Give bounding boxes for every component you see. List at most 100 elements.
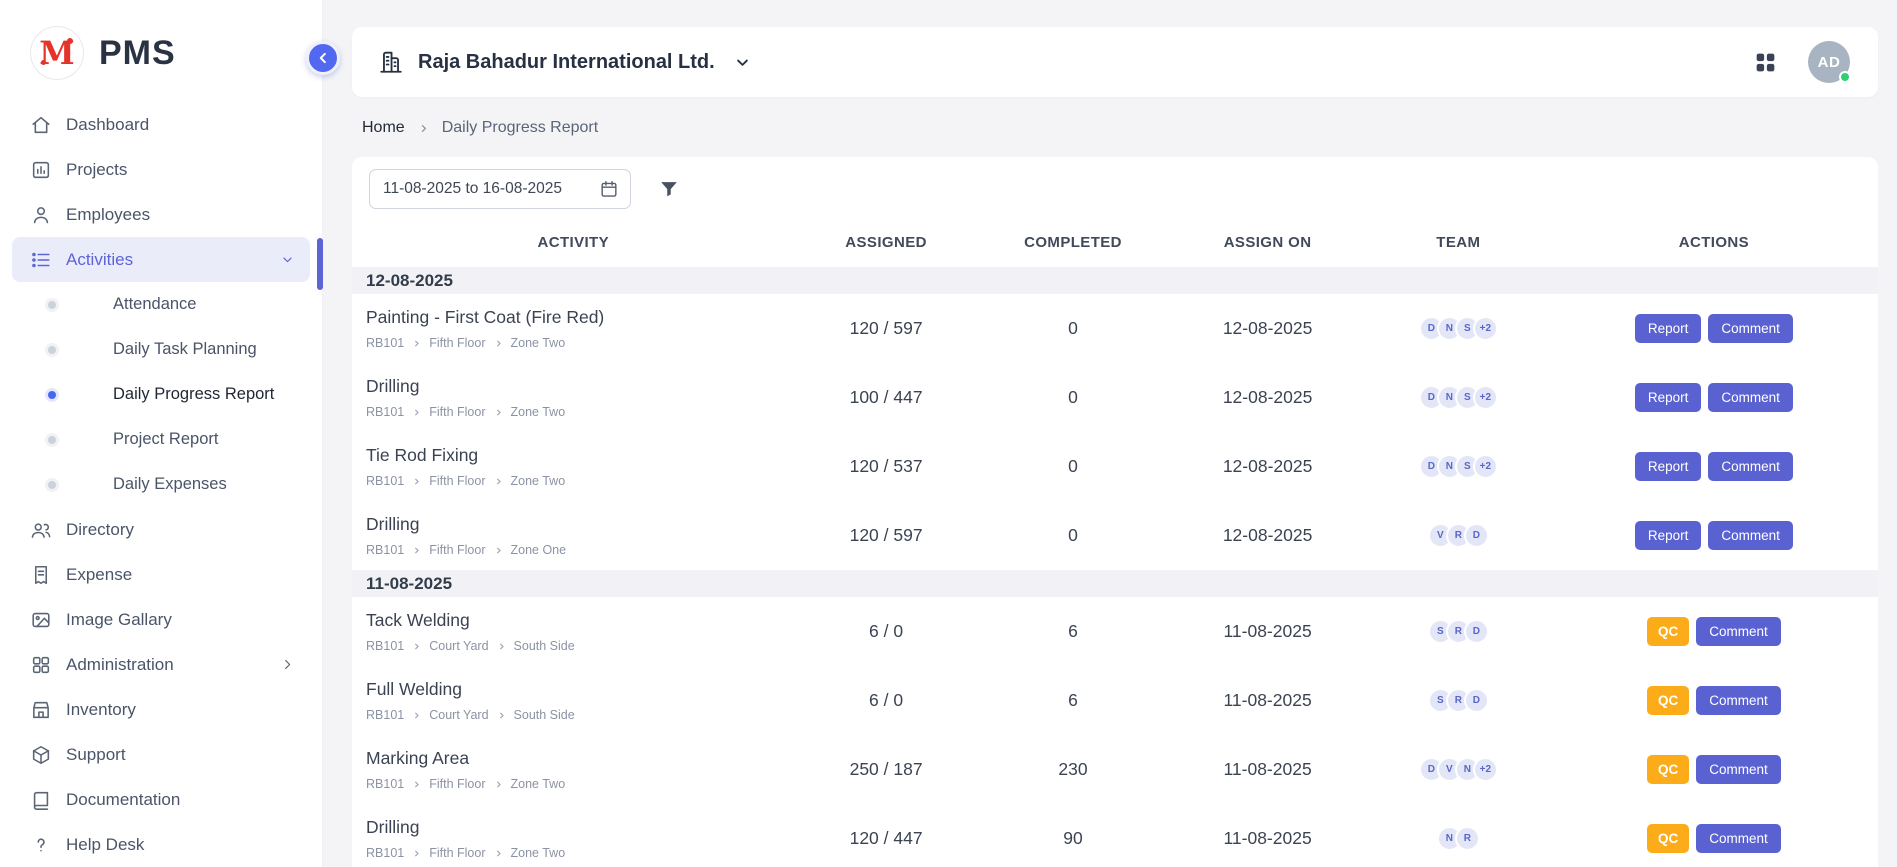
chevron-right-icon bbox=[494, 780, 503, 789]
comment-button[interactable]: Comment bbox=[1696, 617, 1781, 647]
sidebar-subitem-daily-progress-report[interactable]: Daily Progress Report bbox=[0, 372, 322, 417]
chevron-right-icon bbox=[412, 339, 421, 348]
sidebar-item-documentation[interactable]: Documentation bbox=[12, 777, 310, 822]
report-button[interactable]: Report bbox=[1635, 452, 1702, 482]
report-button[interactable]: Report bbox=[1635, 521, 1702, 551]
activity-title: Drilling bbox=[366, 817, 795, 838]
sidebar-item-dashboard[interactable]: Dashboard bbox=[12, 102, 310, 147]
activity-title: Full Welding bbox=[366, 679, 795, 700]
assigned-value: 250 / 187 bbox=[795, 759, 978, 780]
assign-on-value: 12-08-2025 bbox=[1168, 318, 1366, 339]
chevron-down-icon bbox=[733, 53, 752, 72]
assign-on-value: 11-08-2025 bbox=[1168, 828, 1366, 849]
sidebar-subitem-attendance[interactable]: Attendance bbox=[0, 282, 322, 327]
location-crumb: RB101 bbox=[366, 543, 404, 557]
team-avatars: DNS+2 bbox=[1367, 454, 1550, 479]
completed-value: 90 bbox=[978, 828, 1169, 849]
team-avatar[interactable]: +2 bbox=[1473, 757, 1498, 782]
bullet-icon bbox=[48, 481, 56, 489]
breadcrumb-home[interactable]: Home bbox=[362, 119, 405, 137]
qc-button[interactable]: QC bbox=[1647, 617, 1689, 647]
team-avatars: DVN+2 bbox=[1367, 757, 1550, 782]
expense-icon bbox=[30, 564, 52, 586]
company-switcher[interactable]: Raja Bahadur International Ltd. bbox=[378, 49, 752, 75]
sidebar-item-directory[interactable]: Directory bbox=[12, 507, 310, 552]
sidebar-subitem-label: Daily Progress Report bbox=[113, 385, 274, 404]
team-avatar[interactable]: R bbox=[1455, 826, 1480, 851]
team-avatar[interactable]: +2 bbox=[1473, 454, 1498, 479]
sidebar-item-activities[interactable]: Activities bbox=[12, 237, 310, 282]
report-button[interactable]: Report bbox=[1635, 314, 1702, 344]
location-crumb: RB101 bbox=[366, 474, 404, 488]
column-header-activity: ACTIVITY bbox=[352, 234, 795, 251]
location-crumb: Zone Two bbox=[511, 474, 566, 488]
qc-button[interactable]: QC bbox=[1647, 755, 1689, 785]
row-actions: QCComment bbox=[1550, 686, 1878, 716]
sidebar-item-label: Help Desk bbox=[66, 835, 144, 855]
location-crumb: Zone One bbox=[511, 543, 567, 557]
comment-button[interactable]: Comment bbox=[1708, 314, 1793, 344]
qc-button[interactable]: QC bbox=[1647, 686, 1689, 716]
sidebar-item-projects[interactable]: Projects bbox=[12, 147, 310, 192]
team-avatar[interactable]: D bbox=[1464, 619, 1489, 644]
date-range-value: 11-08-2025 to 16-08-2025 bbox=[383, 180, 562, 198]
column-header-team: TEAM bbox=[1367, 234, 1550, 251]
sidebar-item-administration[interactable]: Administration bbox=[12, 642, 310, 687]
sidebar-subitem-project-report[interactable]: Project Report bbox=[0, 417, 322, 462]
comment-button[interactable]: Comment bbox=[1696, 755, 1781, 785]
team-avatar[interactable]: D bbox=[1464, 688, 1489, 713]
table-row: Tack WeldingRB101Court YardSouth Side6 /… bbox=[352, 597, 1878, 666]
sidebar-collapse-button[interactable] bbox=[306, 41, 340, 75]
chevron-right-icon bbox=[412, 642, 421, 651]
administration-icon bbox=[30, 654, 52, 676]
table-row: Tie Rod FixingRB101Fifth FloorZone Two12… bbox=[352, 432, 1878, 501]
brand-name: PMS bbox=[99, 34, 176, 73]
location-crumb: Zone Two bbox=[511, 405, 566, 419]
sidebar-nav: DashboardProjects Employees Activities Atte… bbox=[0, 94, 322, 867]
sidebar-item-support[interactable]: Support bbox=[12, 732, 310, 777]
sidebar-subitem-daily-expenses[interactable]: Daily Expenses bbox=[0, 462, 322, 507]
table-row: DrillingRB101Fifth FloorZone Two100 / 44… bbox=[352, 363, 1878, 432]
location-crumb: RB101 bbox=[366, 708, 404, 722]
date-group-header: 11-08-2025 bbox=[352, 570, 1878, 597]
comment-button[interactable]: Comment bbox=[1708, 521, 1793, 551]
location-crumb: Court Yard bbox=[429, 708, 488, 722]
assigned-value: 120 / 447 bbox=[795, 828, 978, 849]
calendar-icon bbox=[599, 179, 619, 199]
comment-button[interactable]: Comment bbox=[1696, 686, 1781, 716]
location-crumb: South Side bbox=[514, 708, 575, 722]
team-avatars: DNS+2 bbox=[1367, 316, 1550, 341]
sidebar-subitem-label: Project Report bbox=[113, 430, 218, 449]
team-avatar[interactable]: +2 bbox=[1473, 385, 1498, 410]
completed-value: 230 bbox=[978, 759, 1169, 780]
column-header-assign-on: ASSIGN ON bbox=[1168, 234, 1366, 251]
filter-button[interactable] bbox=[658, 178, 680, 200]
sidebar-item-label: Employees bbox=[66, 205, 150, 225]
activity-location: RB101Fifth FloorZone Two bbox=[366, 846, 795, 860]
sidebar-item-expense[interactable]: Expense bbox=[12, 552, 310, 597]
sidebar-item-employees[interactable]: Employees bbox=[12, 192, 310, 237]
sidebar-item-help-desk[interactable]: Help Desk bbox=[12, 822, 310, 867]
sidebar-subitem-daily-task-planning[interactable]: Daily Task Planning bbox=[0, 327, 322, 372]
building-icon bbox=[378, 49, 404, 75]
assigned-value: 6 / 0 bbox=[795, 621, 978, 642]
team-avatar[interactable]: D bbox=[1464, 523, 1489, 548]
team-avatar[interactable]: +2 bbox=[1473, 316, 1498, 341]
report-button[interactable]: Report bbox=[1635, 383, 1702, 413]
apps-grid-button[interactable] bbox=[1753, 50, 1778, 75]
sidebar-item-inventory[interactable]: Inventory bbox=[12, 687, 310, 732]
sidebar-item-label: Activities bbox=[66, 250, 133, 270]
column-header-actions: ACTIONS bbox=[1550, 234, 1878, 251]
comment-button[interactable]: Comment bbox=[1708, 452, 1793, 482]
team-avatars: DNS+2 bbox=[1367, 385, 1550, 410]
filter-row: 11-08-2025 to 16-08-2025 bbox=[352, 169, 1878, 209]
comment-button[interactable]: Comment bbox=[1696, 824, 1781, 854]
chevron-right-icon bbox=[494, 477, 503, 486]
user-avatar[interactable]: AD bbox=[1808, 41, 1850, 83]
qc-button[interactable]: QC bbox=[1647, 824, 1689, 854]
date-range-input[interactable]: 11-08-2025 to 16-08-2025 bbox=[369, 169, 631, 209]
table-body: 12-08-2025Painting - First Coat (Fire Re… bbox=[352, 267, 1878, 867]
sidebar-item-image-gallary[interactable]: Image Gallary bbox=[12, 597, 310, 642]
comment-button[interactable]: Comment bbox=[1708, 383, 1793, 413]
bullet-icon bbox=[48, 436, 56, 444]
